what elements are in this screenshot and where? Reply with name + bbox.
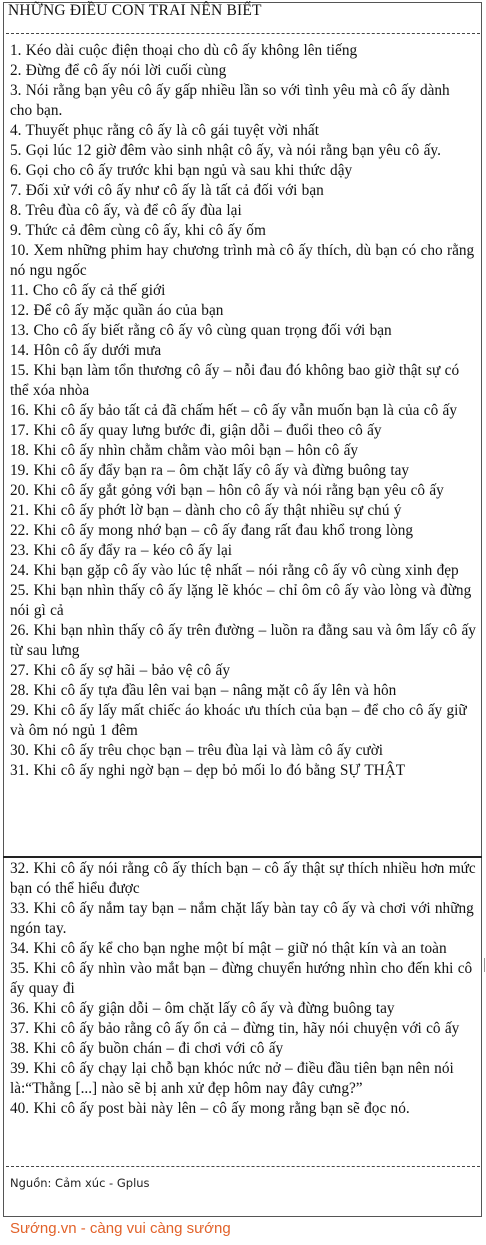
list-item: 37. Khi cô ấy bảo rằng cô ấy ổn cả – đừn… (10, 1020, 460, 1037)
scroll-marker (484, 958, 485, 972)
list-item: 5. Gọi lúc 12 giờ đêm vào sinh nhật cô ấ… (10, 142, 441, 159)
list-item: 36. Khi cô ấy giận dỗi – ôm chặt lấy cô … (10, 1000, 395, 1017)
title-divider (6, 33, 480, 34)
section-divider (3, 856, 482, 858)
list-item: 34. Khi cô ấy kể cho bạn nghe một bí mật… (10, 940, 447, 957)
list-item: 6. Gọi cho cô ấy trước khi bạn ngủ và sa… (10, 162, 353, 179)
list-item: 38. Khi cô ấy buồn chán – đi chơi với cô… (10, 1040, 284, 1057)
list-item: 33. Khi cô ấy nắm tay bạn – nắm chặt lấy… (10, 900, 474, 937)
list-item: 15. Khi bạn làm tổn thương cô ấy – nỗi đ… (10, 362, 460, 399)
list-item: 40. Khi cô ấy post bài này lên – cô ấy m… (10, 1100, 410, 1117)
list-item: 26. Khi bạn nhìn thấy cô ấy trên đường –… (10, 622, 476, 659)
document-title: NHỮNG ĐIỀU CON TRAI NÊN BIẾT (8, 2, 262, 19)
list-item: 18. Khi cô ấy nhìn chằm chằm vào môi bạn… (10, 442, 359, 459)
site-footer[interactable]: Sướng.vn - càng vui càng sướng (10, 1220, 231, 1237)
list-item: 27. Khi cô ấy sợ hãi – bảo vệ cô ấy (10, 662, 230, 679)
list-item: 2. Đừng để cô ấy nói lời cuối cùng (10, 62, 227, 79)
list-item: 19. Khi cô ấy đẩy bạn ra – ôm chặt lấy c… (10, 462, 410, 479)
list-item: 16. Khi cô ấy bảo tất cả đã chấm hết – c… (10, 402, 457, 419)
list-item: 21. Khi cô ấy phớt lờ bạn – dành cho cô … (10, 502, 402, 519)
list-item: 29. Khi cô ấy lấy mất chiếc áo khoác ưu … (10, 702, 467, 739)
list-item: 28. Khi cô ấy tựa đầu lên vai bạn – nâng… (10, 682, 397, 699)
list-item: 10. Xem những phim hay chương trình mà c… (10, 242, 475, 279)
list-item: 32. Khi cô ấy nói rằng cô ấy thích bạn –… (10, 860, 476, 897)
list-item: 8. Trêu đùa cô ấy, và để cô ấy đùa lại (10, 202, 242, 219)
list-item: 22. Khi cô ấy mong nhớ bạn – cô ấy đang … (10, 522, 414, 539)
source-note: Nguồn: Cảm xúc - Gplus (10, 1176, 150, 1190)
list-item: 1. Kéo dài cuộc điện thoại cho dù cô ấy … (10, 42, 358, 59)
list-item: 11. Cho cô ấy cả thế giới (10, 282, 166, 299)
list-item: 14. Hôn cô ấy dưới mưa (10, 342, 162, 359)
list-item: 13. Cho cô ấy biết rằng cô ấy vô cùng qu… (10, 322, 392, 339)
list-item: 31. Khi cô ấy nghi ngờ bạn – dẹp bỏ mối … (10, 762, 406, 779)
list-item: 7. Đối xử với cô ấy như cô ấy là tất cả … (10, 182, 324, 199)
list-item: 12. Để cô ấy mặc quần áo của bạn (10, 302, 224, 319)
list-item: 17. Khi cô ấy quay lưng bước đi, giận dỗ… (10, 422, 382, 439)
list-item: 24. Khi bạn gặp cô ấy vào lúc tệ nhất – … (10, 562, 459, 579)
list-item: 39. Khi cô ấy chạy lại chỗ bạn khóc nức … (10, 1060, 454, 1097)
list-item: 23. Khi cô ấy đẩy ra – kéo cô ấy lại (10, 542, 233, 559)
list-item: 4. Thuyết phục rằng cô ấy là cô gái tuyệ… (10, 122, 319, 139)
list-item: 20. Khi cô ấy gắt gỏng với bạn – hôn cô … (10, 482, 444, 499)
list-item: 9. Thức cả đêm cùng cô ấy, khi cô ấy ốm (10, 222, 266, 239)
list-item: 30. Khi cô ấy trêu chọc bạn – trêu đùa l… (10, 742, 384, 759)
tips-list-part-2: 32. Khi cô ấy nói rằng cô ấy thích bạn –… (10, 859, 476, 1119)
tips-list-part-1: 1. Kéo dài cuộc điện thoại cho dù cô ấy … (10, 41, 476, 781)
source-divider (6, 1166, 480, 1167)
list-item: 25. Khi bạn nhìn thấy cô ấy lặng lẽ khóc… (10, 582, 472, 619)
list-item: 35. Khi cô ấy nhìn vào mắt bạn – đừng ch… (10, 960, 473, 997)
list-item: 3. Nói rằng bạn yêu cô ấy gấp nhiều lần … (10, 82, 450, 119)
